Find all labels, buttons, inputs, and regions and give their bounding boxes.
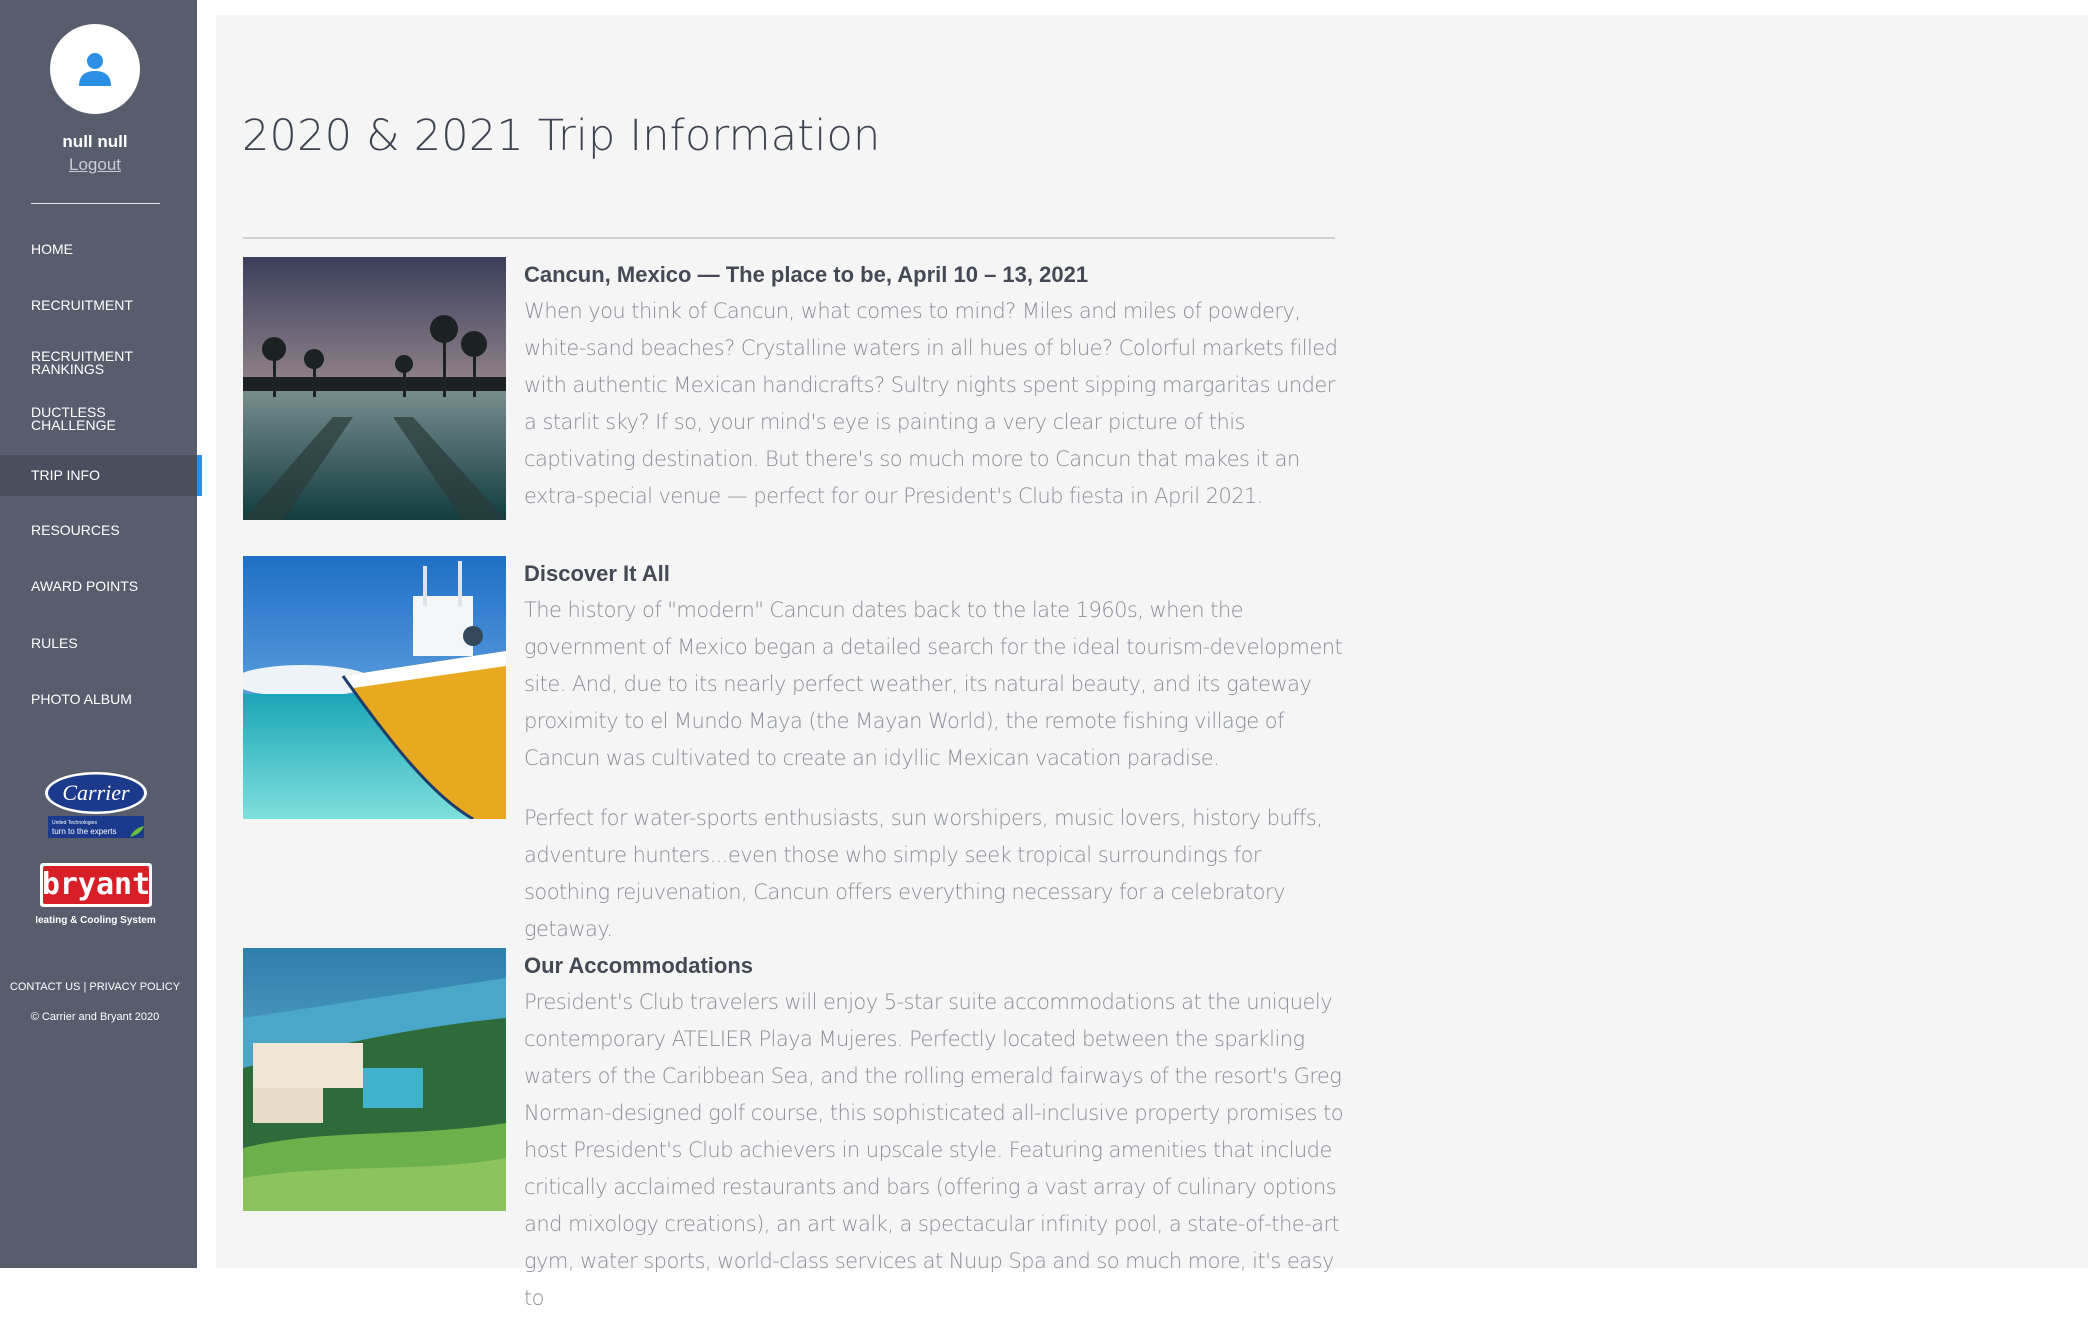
resort-aerial-photo-icon	[243, 948, 506, 1211]
svg-text:Heating & Cooling Systems: Heating & Cooling Systems	[36, 915, 156, 926]
svg-text:United Technologies: United Technologies	[52, 820, 97, 826]
svg-text:turn to the experts: turn to the experts	[52, 827, 116, 836]
sidebar-item-label: AWARD POINTS	[31, 578, 139, 594]
copyright: © Carrier and Bryant 2020	[30, 1011, 160, 1023]
sidebar-item-label: RECRUITMENT	[31, 297, 133, 313]
user-icon	[79, 53, 111, 86]
carrier-logo[interactable]: Carrier United Technologies turn to the …	[44, 771, 148, 841]
svg-text:bryant: bryant	[42, 867, 150, 902]
section-heading: Cancun, Mexico — The place to be, April …	[524, 262, 1089, 287]
sidebar-item-label: PHOTO ALBUM	[31, 691, 132, 707]
sidebar-item-label: HOME	[31, 241, 73, 257]
sidebar-item-label: RESOURCES	[31, 522, 120, 538]
bryant-logo[interactable]: bryant Heating & Cooling Systems	[36, 861, 156, 929]
footer-links: CONTACT US | PRIVACY POLICY	[0, 981, 190, 993]
sidebar-item-label: TRIP INFO	[31, 467, 100, 483]
sidebar-item-trip-info[interactable]: TRIP INFO	[0, 455, 202, 496]
section-paragraph: Perfect for water-sports enthusiasts, su…	[524, 806, 1323, 941]
user-name: null null	[62, 132, 128, 151]
sidebar-item-resources[interactable]: RESOURCES	[0, 510, 197, 551]
sidebar-item-award-points[interactable]: AWARD POINTS	[0, 566, 197, 607]
svg-text:Carrier: Carrier	[62, 780, 130, 805]
sidebar-item-label: RECRUITMENT RANKINGS	[31, 347, 133, 377]
logout-link[interactable]: Logout	[0, 155, 190, 175]
section-text: Cancun, Mexico — The place to be, April …	[524, 257, 1344, 515]
title-divider	[243, 237, 1335, 239]
section-text: Discover It All The history of "modern" …	[524, 556, 1344, 948]
privacy-policy-link[interactable]: PRIVACY POLICY	[89, 981, 180, 993]
section-paragraph: When you think of Cancun, what comes to …	[524, 299, 1338, 508]
section-text: Our Accommodations President's Club trav…	[524, 948, 1344, 1317]
sidebar-item-recruitment-rankings[interactable]: RECRUITMENT RANKINGS	[0, 342, 197, 383]
sidebar-item-recruitment[interactable]: RECRUITMENT	[0, 285, 197, 326]
sidebar-item-photo-album[interactable]: PHOTO ALBUM	[0, 679, 197, 720]
section-paragraph: The history of "modern" Cancun dates bac…	[524, 598, 1343, 770]
resort-pool-sunset-photo-icon	[243, 257, 506, 520]
boat-turquoise-water-photo-icon	[243, 556, 506, 819]
sidebar-item-label: RULES	[31, 635, 78, 651]
section-heading: Discover It All	[524, 561, 670, 586]
sidebar-item-home[interactable]: HOME	[0, 229, 197, 270]
sidebar-item-rules[interactable]: RULES	[0, 623, 197, 664]
section-paragraph: President's Club travelers will enjoy 5-…	[524, 990, 1344, 1310]
sidebar: null null Logout HOME RECRUITMENT RECRUI…	[0, 0, 202, 1268]
sidebar-item-label: DUCTLESS CHALLENGE	[31, 403, 116, 433]
contact-us-link[interactable]: CONTACT US	[10, 981, 81, 993]
page-title: 2020 & 2021 Trip Information	[242, 111, 881, 161]
avatar[interactable]	[50, 24, 140, 114]
section-heading: Our Accommodations	[524, 953, 753, 978]
sidebar-divider	[31, 203, 160, 204]
main-content: 2020 & 2021 Trip Information Cancun, Mex…	[216, 15, 2088, 1310]
sidebar-item-ductless-challenge[interactable]: DUCTLESS CHALLENGE	[0, 398, 197, 439]
